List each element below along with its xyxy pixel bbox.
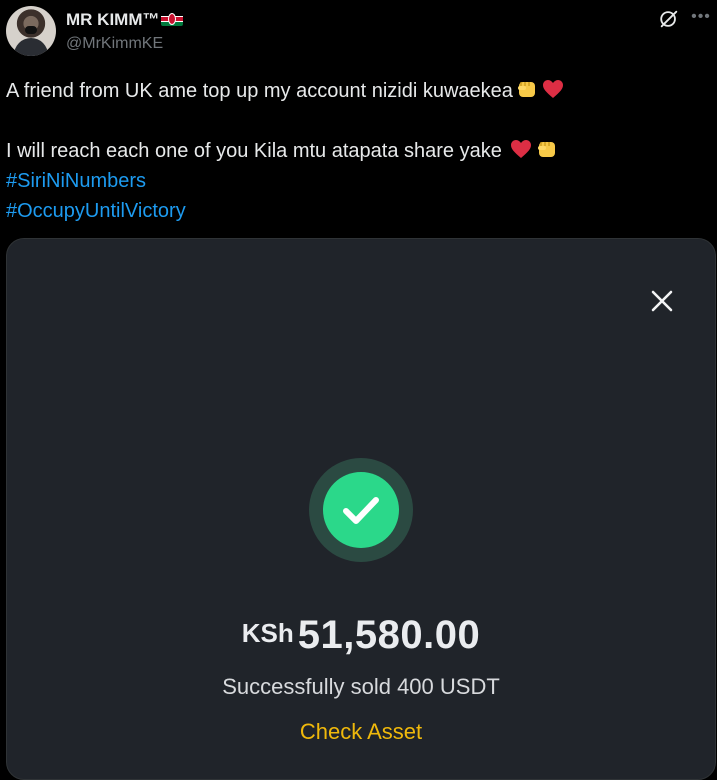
tweet-text: A friend from UK ame top up my account n… (6, 76, 711, 226)
success-dot (323, 472, 399, 548)
red-heart-emoji (542, 80, 563, 98)
author-handle[interactable]: @MrKimmKE (66, 34, 163, 54)
checkmark-icon (343, 497, 379, 524)
tweet-line-1-text: A friend from UK ame top up my account n… (6, 80, 513, 102)
grok-icon[interactable] (658, 8, 680, 30)
more-icon[interactable]: ••• (690, 6, 712, 28)
face-mask-detail (25, 26, 37, 34)
check-asset-button[interactable]: Check Asset (7, 719, 715, 745)
success-indicator (309, 458, 413, 562)
transaction-status: Successfully sold 400 USDT (222, 674, 500, 699)
tweet-line-1: A friend from UK ame top up my account n… (6, 76, 711, 106)
currency-label: KSh (241, 618, 294, 648)
amount-display: KSh 51,580.00 (7, 613, 715, 658)
raised-fist-emoji (517, 82, 535, 97)
close-icon[interactable] (650, 289, 674, 313)
raised-fist-emoji (538, 142, 556, 157)
hashtag-siri-ni-numbers[interactable]: #SiriNiNumbers (6, 166, 711, 196)
hashtag-occupy-until-victory[interactable]: #OccupyUntilVictory (6, 196, 711, 226)
avatar-body-detail (14, 38, 48, 56)
tweet-media-image[interactable]: KSh 51,580.00 Successfully sold 400 USDT … (6, 238, 716, 780)
author-display-name[interactable]: MR KIMM™ (66, 10, 184, 30)
red-heart-emoji (511, 140, 532, 158)
tweet-line-2-text: I will reach each one of you Kila mtu at… (6, 140, 502, 162)
kenya-flag-icon (161, 12, 184, 26)
display-name-text: MR KIMM™ (66, 10, 160, 29)
amount-value: 51,580.00 (297, 613, 481, 657)
tweet-line-2: I will reach each one of you Kila mtu at… (6, 136, 711, 166)
author-avatar[interactable] (6, 6, 56, 56)
